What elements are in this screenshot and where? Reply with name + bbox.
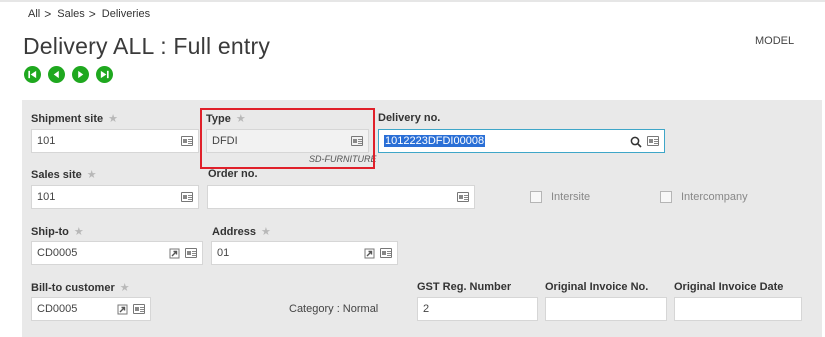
gst-reg-number-value: 2 <box>423 303 430 315</box>
search-icon[interactable] <box>630 136 642 148</box>
order-no-field[interactable] <box>207 185 475 209</box>
breadcrumb-separator: > <box>44 7 52 21</box>
sales-site-label: Sales site ★ <box>31 168 97 182</box>
shipment-site-label: Shipment site ★ <box>31 112 118 126</box>
type-value: DFDI <box>212 135 238 147</box>
gst-reg-number-label: GST Reg. Number <box>417 281 511 293</box>
card-icon[interactable] <box>185 248 197 258</box>
first-record-icon <box>28 70 37 79</box>
model-label: MODEL <box>755 35 795 47</box>
delivery-no-field[interactable]: 1012223DFDI00008 <box>378 129 665 153</box>
star-icon: ★ <box>86 169 97 181</box>
bill-to-customer-field[interactable]: CD0005 <box>31 297 151 321</box>
original-invoice-date-label-text: Original Invoice Date <box>674 281 784 293</box>
address-field[interactable]: 01 <box>211 241 398 265</box>
ship-to-label: Ship-to ★ <box>31 225 84 239</box>
category-text: Category : Normal <box>289 303 379 315</box>
record-navigation <box>24 66 113 83</box>
intercompany-label: Intercompany <box>681 191 748 203</box>
type-field[interactable]: DFDI <box>206 129 369 153</box>
intersite-label: Intersite <box>551 191 591 203</box>
type-description: SD-FURNITURE <box>309 154 377 164</box>
previous-record-icon <box>53 70 59 79</box>
card-icon[interactable] <box>133 304 145 314</box>
ship-to-field[interactable]: CD0005 <box>31 241 203 265</box>
delivery-no-value-wrap: 1012223DFDI00008 <box>384 135 630 147</box>
original-invoice-no-field[interactable] <box>545 297 667 321</box>
breadcrumb-all[interactable]: All <box>28 8 40 20</box>
gst-reg-number-label-text: GST Reg. Number <box>417 281 512 293</box>
type-label: Type ★ <box>206 112 246 126</box>
order-no-label-text: Order no. <box>208 168 258 180</box>
sales-site-label-text: Sales site <box>31 168 82 181</box>
card-icon[interactable] <box>457 192 469 202</box>
sales-site-field[interactable]: 101 <box>31 185 199 209</box>
previous-record-button[interactable] <box>48 66 65 83</box>
gst-reg-number-field[interactable]: 2 <box>417 297 538 321</box>
breadcrumb-separator: > <box>88 7 96 21</box>
first-record-button[interactable] <box>24 66 41 83</box>
order-no-label: Order no. <box>208 168 258 180</box>
ship-to-label-text: Ship-to <box>31 225 69 238</box>
original-invoice-date-field[interactable] <box>674 297 802 321</box>
shipment-site-label-text: Shipment site <box>31 112 104 125</box>
delivery-no-label-text: Delivery no. <box>378 112 441 124</box>
address-value: 01 <box>217 247 230 259</box>
star-icon: ★ <box>108 113 118 125</box>
sales-site-value: 101 <box>37 191 56 203</box>
intercompany-checkbox[interactable]: Intercompany <box>660 191 748 203</box>
intersite-checkbox[interactable]: Intersite <box>530 191 590 203</box>
original-invoice-date-label: Original Invoice Date <box>674 281 783 293</box>
breadcrumb: All > Sales > Deliveries <box>28 7 150 21</box>
card-icon[interactable] <box>181 192 193 202</box>
shipment-site-field[interactable]: 101 <box>31 129 199 153</box>
last-record-button[interactable] <box>96 66 113 83</box>
jump-to-icon[interactable] <box>169 248 180 259</box>
original-invoice-no-label-text: Original Invoice No. <box>545 281 649 293</box>
next-record-icon <box>78 70 84 79</box>
original-invoice-no-label: Original Invoice No. <box>545 281 648 293</box>
ship-to-value: CD0005 <box>37 247 78 259</box>
delivery-no-value: 1012223DFDI00008 <box>384 135 486 147</box>
breadcrumb-deliveries[interactable]: Deliveries <box>102 8 150 20</box>
address-label-text: Address <box>212 225 257 238</box>
star-icon: ★ <box>73 226 84 238</box>
card-icon[interactable] <box>351 136 363 146</box>
last-record-icon <box>100 70 109 79</box>
bill-to-customer-label-text: Bill-to customer <box>31 281 115 294</box>
bill-to-customer-label: Bill-to customer ★ <box>31 281 130 295</box>
star-icon: ★ <box>119 282 130 294</box>
delivery-no-label: Delivery no. <box>378 112 440 124</box>
jump-to-icon[interactable] <box>364 248 375 259</box>
address-label: Address ★ <box>212 225 271 239</box>
star-icon: ★ <box>235 113 246 125</box>
type-label-text: Type <box>206 112 231 125</box>
top-border <box>0 0 825 2</box>
jump-to-icon[interactable] <box>117 304 128 315</box>
breadcrumb-sales[interactable]: Sales <box>57 8 85 20</box>
star-icon: ★ <box>261 226 271 238</box>
shipment-site-value: 101 <box>37 135 56 147</box>
intercompany-checkbox-box[interactable] <box>660 191 672 203</box>
card-icon[interactable] <box>380 248 392 258</box>
card-icon[interactable] <box>647 136 659 146</box>
intersite-checkbox-box[interactable] <box>530 191 542 203</box>
page-title: Delivery ALL : Full entry <box>23 33 271 59</box>
bill-to-customer-value: CD0005 <box>37 303 78 315</box>
card-icon[interactable] <box>181 136 193 146</box>
next-record-button[interactable] <box>72 66 89 83</box>
